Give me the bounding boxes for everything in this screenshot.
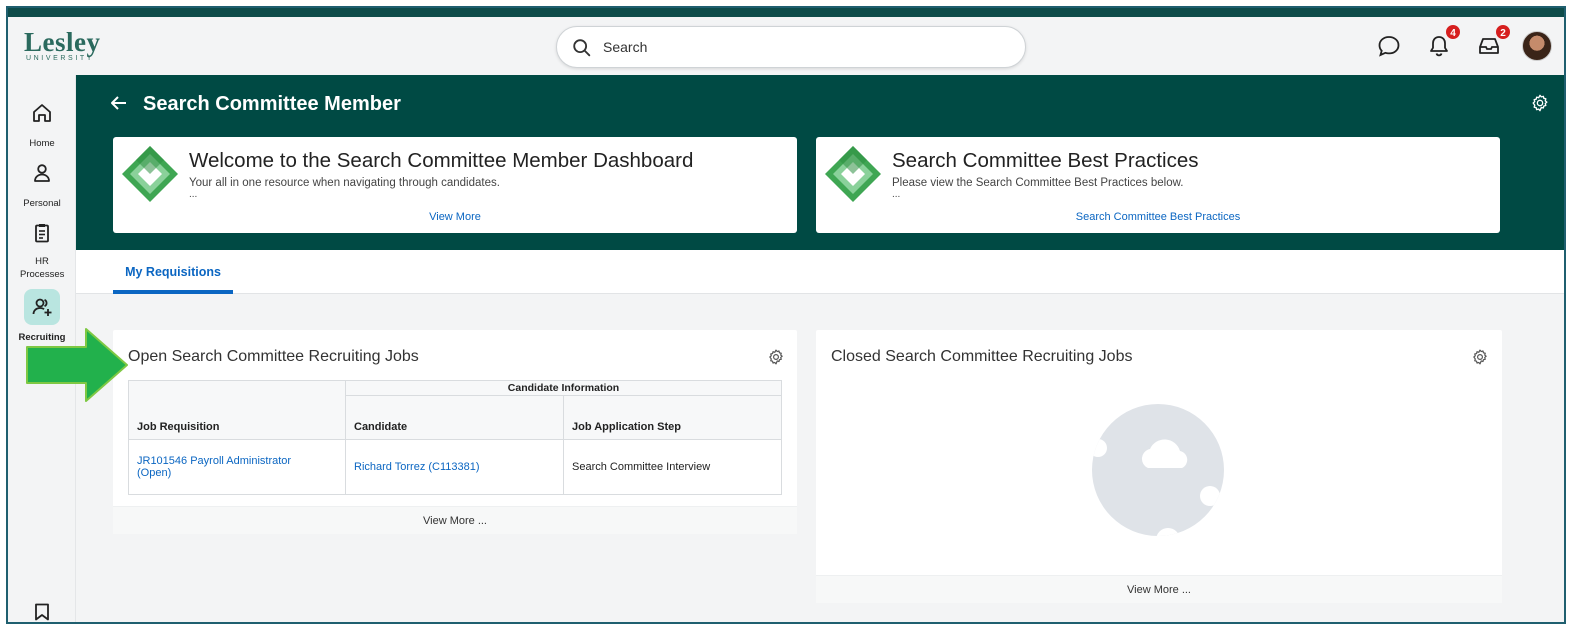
best-practices-link[interactable]: Search Committee Best Practices [816, 211, 1500, 223]
promo-ellipsis: ... [189, 189, 198, 200]
requisitions-table: Job Requisition Candidate Information Ca… [128, 380, 782, 495]
open-jobs-card: Open Search Committee Recruiting Jobs Jo… [113, 330, 797, 534]
app-window: Lesley UNIVERSITY Search 4 2 Home Person… [6, 6, 1566, 624]
sidebar-item-label: HR Processes [20, 256, 65, 280]
search-icon [573, 39, 591, 57]
sidebar-item-hr-processes[interactable]: HR Processes [8, 215, 76, 281]
view-more-button[interactable]: View More ... [113, 506, 797, 534]
main-content: Search Committee Member Welcome to the S… [76, 75, 1564, 622]
inbox-badge: 2 [1494, 23, 1512, 41]
promo-card-dashboard: Welcome to the Search Committee Member D… [113, 137, 797, 233]
sidebar-item-personal[interactable]: Personal [8, 155, 76, 210]
sidebar-item-label: Home [29, 138, 55, 149]
view-more-button[interactable]: View More ... [816, 575, 1502, 603]
candidate-cell: Richard Torrez (C113381) [345, 439, 564, 495]
page-title: Search Committee Member [143, 93, 401, 115]
search-placeholder: Search [603, 39, 648, 55]
card-title: Open Search Committee Recruiting Jobs [128, 348, 419, 365]
logo-wordmark: Lesley [24, 27, 101, 57]
promo-card-best-practices: Search Committee Best Practices Please v… [816, 137, 1500, 233]
inbox-button[interactable]: 2 [1476, 23, 1512, 59]
requisition-cell: JR101546 Payroll Administrator (Open) [128, 439, 346, 495]
top-bar: Lesley UNIVERSITY Search 4 2 [8, 17, 1564, 75]
closed-jobs-card: Closed Search Committee Recruiting Jobs … [816, 330, 1502, 603]
bookmark-icon[interactable] [34, 603, 50, 621]
recruiting-icon [24, 289, 60, 325]
search-box[interactable]: Search [556, 26, 1026, 68]
top-accent-strip [8, 8, 1564, 17]
promo-title: Search Committee Best Practices [892, 149, 1199, 172]
lesley-logo[interactable]: Lesley UNIVERSITY [24, 29, 114, 69]
card-title: Closed Search Committee Recruiting Jobs [831, 348, 1133, 365]
back-arrow-icon[interactable] [109, 93, 129, 113]
callout-arrow-icon [26, 328, 128, 402]
table-row: JR101546 Payroll Administrator (Open) Ric… [128, 439, 782, 495]
tab-bar: My Requisitions [76, 250, 1564, 294]
column-header: Job Requisition [128, 380, 346, 440]
empty-state-cloud-illustration [1092, 404, 1224, 536]
promo-description: Please view the Search Committee Best Pr… [892, 177, 1184, 189]
tab-my-requisitions[interactable]: My Requisitions [113, 250, 233, 294]
person-icon [24, 155, 60, 191]
settings-gear-icon[interactable] [1530, 93, 1550, 113]
promo-ellipsis: ... [892, 189, 901, 200]
notifications-badge: 4 [1444, 23, 1462, 41]
user-avatar[interactable] [1522, 31, 1552, 61]
sidebar-item-home[interactable]: Home [8, 95, 76, 150]
notifications-button[interactable]: 4 [1426, 23, 1462, 59]
sidebar-item-label: Personal [23, 198, 61, 209]
card-settings-gear-icon[interactable] [1471, 348, 1489, 366]
home-icon [24, 95, 60, 131]
workday-promo-logo [825, 146, 881, 202]
chat-icon[interactable] [1376, 33, 1402, 59]
view-more-link[interactable]: View More [113, 211, 797, 223]
column-group-header: Candidate Information [345, 380, 782, 396]
application-step-cell: Search Committee Interview [563, 439, 782, 495]
promo-description: Your all in one resource when navigating… [189, 177, 500, 189]
candidate-link[interactable]: Richard Torrez (C113381) [354, 461, 480, 473]
requisition-link[interactable]: JR101546 Payroll Administrator (Open) [137, 455, 291, 479]
logo-subtitle: UNIVERSITY [26, 55, 95, 62]
column-header: Candidate [345, 395, 564, 440]
clipboard-icon [24, 215, 60, 251]
column-header: Job Application Step [563, 395, 782, 440]
promo-title: Welcome to the Search Committee Member D… [189, 149, 694, 172]
workday-promo-logo [122, 146, 178, 202]
card-settings-gear-icon[interactable] [767, 348, 785, 366]
page-header: Search Committee Member Welcome to the S… [76, 75, 1564, 250]
